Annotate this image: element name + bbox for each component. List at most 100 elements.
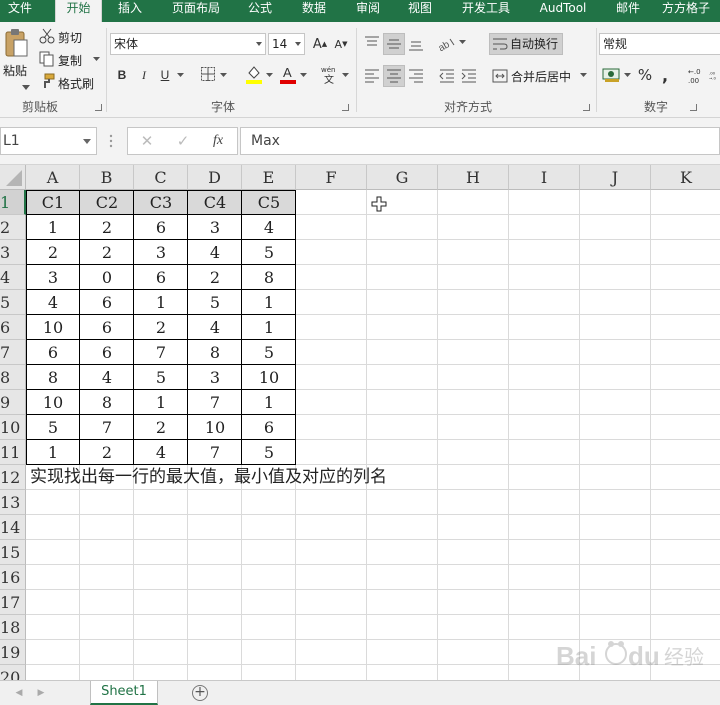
tab-page-layout[interactable]: 页面布局 bbox=[165, 0, 227, 22]
table-cell[interactable]: 10 bbox=[242, 365, 296, 390]
row-header-5[interactable]: 5 bbox=[0, 290, 26, 315]
table-cell[interactable]: 4 bbox=[26, 290, 80, 315]
table-cell[interactable]: 2 bbox=[26, 240, 80, 265]
table-cell[interactable]: 2 bbox=[134, 415, 188, 440]
table-cell[interactable]: 6 bbox=[242, 415, 296, 440]
table-cell[interactable]: 8 bbox=[80, 390, 134, 415]
table-cell[interactable]: 6 bbox=[134, 265, 188, 290]
copy-dropdown-icon[interactable] bbox=[92, 56, 100, 62]
row-header-6[interactable]: 6 bbox=[0, 315, 26, 340]
table-cell[interactable]: 1 bbox=[134, 290, 188, 315]
wrap-text-button[interactable]: 自动换行 bbox=[508, 33, 564, 55]
table-cell[interactable]: 4 bbox=[242, 215, 296, 240]
table-cell[interactable]: 2 bbox=[80, 215, 134, 240]
tab-view[interactable]: 视图 bbox=[400, 0, 440, 22]
column-header-h[interactable]: H bbox=[438, 165, 509, 190]
table-cell[interactable]: 2 bbox=[80, 240, 134, 265]
phonetic-guide-icon[interactable]: wén 文 bbox=[320, 64, 340, 84]
fill-color-icon[interactable] bbox=[245, 64, 263, 84]
column-header-c[interactable]: C bbox=[134, 165, 188, 190]
row-header-12[interactable]: 12 bbox=[0, 465, 26, 490]
column-header-f[interactable]: F bbox=[296, 165, 367, 190]
table-cell[interactable]: 5 bbox=[134, 365, 188, 390]
increase-indent-icon[interactable] bbox=[459, 66, 479, 86]
scroll-left-icon[interactable]: ◀ bbox=[14, 687, 24, 699]
align-middle-icon[interactable] bbox=[383, 33, 405, 55]
underline-dropdown-icon[interactable] bbox=[176, 72, 184, 78]
table-cell[interactable]: 0 bbox=[80, 265, 134, 290]
paste-button[interactable]: 粘贴 bbox=[3, 62, 27, 79]
decrease-decimal-icon[interactable]: .00 →.0 bbox=[709, 65, 720, 85]
copy-button[interactable]: 复制 bbox=[58, 52, 82, 69]
row-header-14[interactable]: 14 bbox=[0, 515, 26, 540]
add-sheet-icon[interactable]: + bbox=[192, 685, 208, 701]
table-cell[interactable]: 8 bbox=[188, 340, 242, 365]
column-header-i[interactable]: I bbox=[509, 165, 580, 190]
align-left-icon[interactable] bbox=[362, 66, 382, 86]
column-header-b[interactable]: B bbox=[80, 165, 134, 190]
orientation-dropdown-icon[interactable] bbox=[458, 39, 466, 45]
table-cell[interactable]: 1 bbox=[26, 440, 80, 465]
worksheet-grid[interactable]: ABCDEFGHIJK 1 2 3 4 5 6 7 8 9 10 11 12 13 14 15 16 17 18 1… bbox=[0, 165, 720, 680]
row-header-10[interactable]: 10 bbox=[0, 415, 26, 440]
row-header-1[interactable]: 1 bbox=[0, 190, 26, 215]
table-cell[interactable]: 3 bbox=[188, 365, 242, 390]
column-header-j[interactable]: J bbox=[580, 165, 651, 190]
border-dropdown-icon[interactable] bbox=[219, 72, 227, 78]
decrease-indent-icon[interactable] bbox=[437, 66, 457, 86]
number-launcher-icon[interactable] bbox=[690, 104, 697, 111]
column-header-k[interactable]: K bbox=[651, 165, 720, 190]
table-cell[interactable]: 6 bbox=[80, 315, 134, 340]
tab-fangfang[interactable]: 方方格子 bbox=[662, 0, 720, 22]
font-color-dropdown-icon[interactable] bbox=[299, 72, 307, 78]
column-header-d[interactable]: D bbox=[188, 165, 242, 190]
row-header-4[interactable]: 4 bbox=[0, 265, 26, 290]
tab-developer[interactable]: 开发工具 bbox=[455, 0, 517, 22]
row-header-16[interactable]: 16 bbox=[0, 565, 26, 590]
align-top-icon[interactable] bbox=[362, 33, 382, 53]
table-cell[interactable]: 5 bbox=[188, 290, 242, 315]
font-name-select[interactable]: 宋体 bbox=[110, 33, 266, 55]
percent-style-button[interactable]: % bbox=[636, 65, 654, 85]
align-center-icon[interactable] bbox=[383, 65, 405, 87]
table-cell[interactable]: 3 bbox=[134, 240, 188, 265]
table-header-cell[interactable]: C1 bbox=[26, 190, 80, 215]
tab-file[interactable]: 文件 bbox=[0, 0, 40, 22]
sheet-tab-sheet1[interactable]: Sheet1 bbox=[90, 681, 158, 705]
table-cell[interactable]: 4 bbox=[80, 365, 134, 390]
table-cell[interactable]: 5 bbox=[242, 340, 296, 365]
orientation-icon[interactable]: ab bbox=[437, 33, 457, 53]
table-cell[interactable]: 1 bbox=[242, 290, 296, 315]
table-cell[interactable]: 5 bbox=[242, 440, 296, 465]
table-cell[interactable]: 4 bbox=[188, 315, 242, 340]
bold-button[interactable]: B bbox=[114, 66, 130, 84]
insert-function-icon[interactable]: fx bbox=[208, 132, 228, 150]
row-header-3[interactable]: 3 bbox=[0, 240, 26, 265]
table-cell[interactable]: 6 bbox=[26, 340, 80, 365]
table-cell[interactable]: 10 bbox=[188, 415, 242, 440]
accounting-format-icon[interactable] bbox=[601, 65, 623, 85]
row-header-7[interactable]: 7 bbox=[0, 340, 26, 365]
format-painter-button[interactable]: 格式刷 bbox=[58, 75, 94, 92]
tab-review[interactable]: 审阅 bbox=[348, 0, 388, 22]
alignment-launcher-icon[interactable] bbox=[583, 104, 590, 111]
table-cell[interactable]: 5 bbox=[26, 415, 80, 440]
note-cell[interactable]: 实现找出每一行的最大值，最小值及对应的列名 bbox=[30, 465, 387, 490]
merge-center-icon[interactable] bbox=[490, 66, 510, 86]
table-cell[interactable]: 10 bbox=[26, 315, 80, 340]
column-header-g[interactable]: G bbox=[367, 165, 438, 190]
tab-insert[interactable]: 插入 bbox=[110, 0, 150, 22]
underline-button[interactable]: U bbox=[157, 66, 173, 84]
clipboard-launcher-icon[interactable] bbox=[95, 104, 102, 111]
phonetic-dropdown-icon[interactable] bbox=[341, 72, 349, 78]
paste-icon[interactable] bbox=[3, 28, 29, 60]
table-cell[interactable]: 4 bbox=[134, 440, 188, 465]
align-bottom-icon[interactable] bbox=[406, 33, 426, 55]
cut-button[interactable]: 剪切 bbox=[58, 29, 82, 46]
font-color-icon[interactable]: A bbox=[279, 64, 297, 84]
table-cell[interactable]: 8 bbox=[242, 265, 296, 290]
row-header-8[interactable]: 8 bbox=[0, 365, 26, 390]
merge-dropdown-icon[interactable] bbox=[579, 72, 587, 78]
merge-center-button[interactable]: 合并后居中 bbox=[511, 68, 571, 85]
wrap-text-icon[interactable] bbox=[489, 33, 509, 55]
